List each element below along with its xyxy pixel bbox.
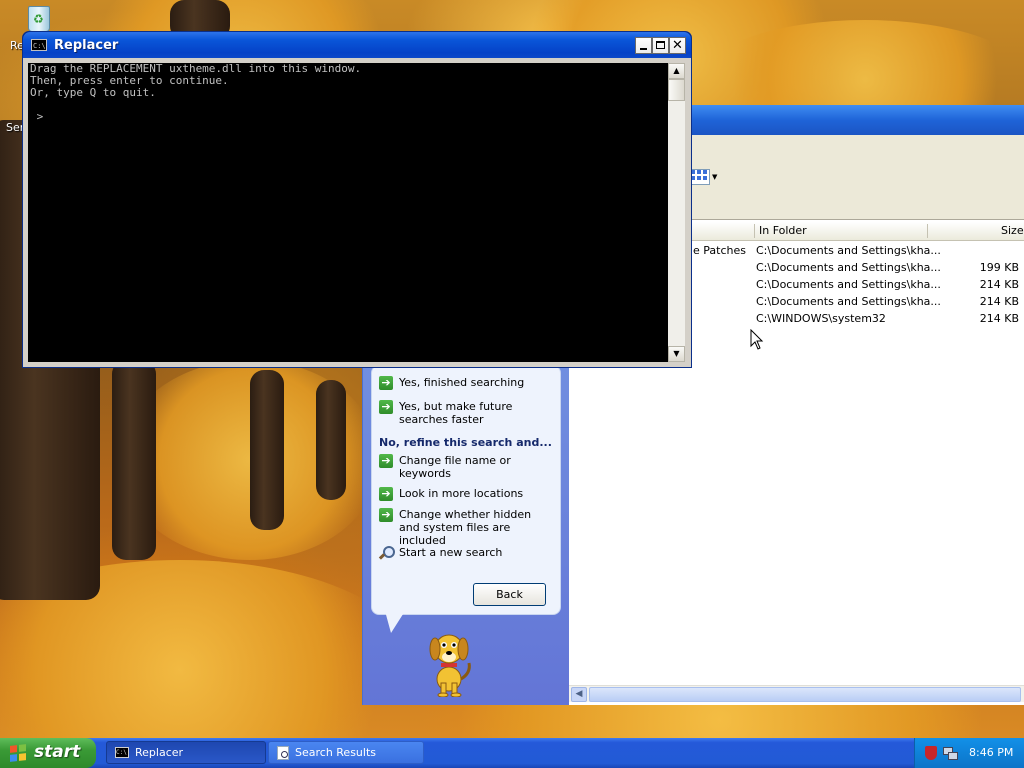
scroll-down-icon[interactable]: ▼ [668,346,685,362]
column-separator [754,224,755,238]
vertical-scrollbar[interactable]: ▲ ▼ [668,63,685,362]
scrollbar-thumb[interactable] [668,79,685,101]
option-hidden-system-files[interactable]: ➔ Change whether hidden and system files… [379,508,549,547]
option-label: Look in more locations [399,487,524,500]
replacer-console-window: C:\ Replacer ✕ Drag the REPLACEMENT uxth… [22,31,692,368]
menu-bar [690,135,1024,158]
window-title: Replacer [54,38,119,53]
result-size: 214 KB [979,312,1019,325]
dropdown-arrow-icon: ▼ [712,173,718,181]
column-header-size[interactable]: Size [1001,224,1024,237]
tree-trunk [316,380,346,500]
column-separator [927,224,928,238]
column-header-in-folder[interactable]: In Folder [759,224,807,237]
security-shield-icon[interactable] [925,746,937,760]
option-label: Start a new search [399,546,503,559]
network-icon[interactable] [943,745,958,760]
option-label: Yes, but make future searches faster [399,400,513,426]
taskbar-button-search-results[interactable]: Search Results [268,741,424,764]
result-size: 214 KB [979,295,1019,308]
address-bar [690,195,1024,220]
taskbar-button-replacer[interactable]: C:\ Replacer [106,741,266,764]
windows-logo-icon [10,744,26,762]
magnifier-icon [379,546,395,560]
green-arrow-icon: ➔ [379,376,393,390]
system-tray: 8:46 PM [914,738,1024,768]
result-folder: C:\Documents and Settings\kha... [756,278,941,291]
tree-trunk [112,360,156,560]
toolbar: ▼ [690,157,1024,196]
maximize-button[interactable] [652,37,669,54]
option-label: Yes, finished searching [399,376,525,389]
views-button[interactable]: ▼ [690,167,724,187]
result-size: 199 KB [979,261,1019,274]
console-titlebar[interactable]: C:\ Replacer ✕ [23,32,691,58]
console-prompt: > [30,110,44,123]
green-arrow-icon: ➔ [379,454,393,468]
option-change-file-name[interactable]: ➔ Change file name or keywords [379,454,549,480]
cmd-icon: C:\ [115,747,129,758]
tree-trunk [250,370,284,530]
task-label: Replacer [135,746,184,759]
recycle-bin-icon[interactable]: ♻ [24,4,52,32]
bubble-tail [385,611,405,633]
views-grid-icon [690,169,710,185]
result-folder: C:\Documents and Settings\kha... [756,261,941,274]
option-label: Change file name or keywords [399,454,511,480]
refine-heading: No, refine this search and... [379,436,552,449]
scrollbar-thumb[interactable] [589,687,1021,702]
option-faster-searches[interactable]: ➔ Yes, but make future searches faster [379,400,549,426]
option-more-locations[interactable]: ➔ Look in more locations [379,487,549,501]
horizontal-scrollbar[interactable]: ◀ [569,685,1024,702]
green-arrow-icon: ➔ [379,487,393,501]
start-button[interactable]: start [0,738,96,768]
clock[interactable]: 8:46 PM [969,746,1013,759]
option-label: Change whether hidden and system files a… [399,508,532,547]
green-arrow-icon: ➔ [379,508,393,522]
start-label: start [34,742,81,762]
back-button[interactable]: Back [473,583,546,606]
search-window-titlebar[interactable] [690,105,1024,135]
console-output[interactable]: Drag the REPLACEMENT uxtheme.dll into th… [28,63,668,362]
cmd-icon[interactable]: C:\ [31,39,47,51]
task-label: Search Results [295,746,377,759]
console-line: Or, type Q to quit. [30,86,156,99]
scroll-left-icon[interactable]: ◀ [571,687,587,702]
option-finished-searching[interactable]: ➔ Yes, finished searching [379,376,549,390]
green-arrow-icon: ➔ [379,400,393,414]
result-folder: C:\Documents and Settings\kha... [756,295,941,308]
search-dog-icon[interactable] [421,623,477,697]
option-new-search[interactable]: Start a new search [379,546,549,560]
close-button[interactable]: ✕ [669,37,686,54]
minimize-button[interactable] [635,37,652,54]
result-size: 214 KB [979,278,1019,291]
result-folder: C:\WINDOWS\system32 [756,312,886,325]
result-folder: C:\Documents and Settings\kha... [756,244,941,257]
scroll-up-icon[interactable]: ▲ [668,63,685,79]
search-results-icon [277,745,289,760]
mouse-pointer-icon [750,329,764,350]
taskbar: start C:\ Replacer Search Results 8:46 P… [0,738,1024,768]
result-name: e Patches [693,244,746,257]
